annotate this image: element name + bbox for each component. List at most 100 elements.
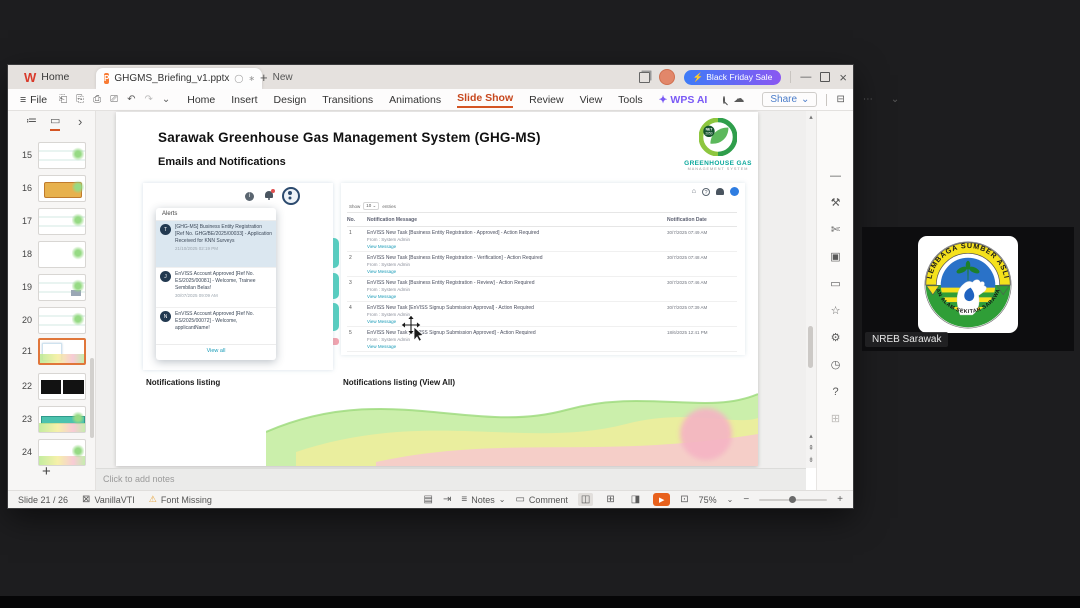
- task-pane-icon[interactable]: ⊟: [836, 94, 844, 105]
- save-icon[interactable]: ⎗: [59, 94, 67, 105]
- menu-transitions[interactable]: Transitions: [322, 94, 373, 106]
- fit-to-window-icon[interactable]: ⊡: [680, 494, 688, 505]
- history-icon[interactable]: ◷: [817, 360, 854, 371]
- scroll-up2-icon[interactable]: ▴: [806, 433, 816, 440]
- alert-avatar: J: [160, 271, 171, 282]
- toolbox-icon[interactable]: ⚒: [817, 198, 854, 209]
- toolbar-chevron-icon[interactable]: ⌄: [162, 94, 170, 105]
- shapes-icon[interactable]: ▣: [817, 252, 854, 263]
- slide-thumbnail-21-selected[interactable]: 21: [8, 338, 92, 365]
- font-missing-warning[interactable]: ⚠ Font Missing: [149, 494, 212, 505]
- alert-avatar: N: [160, 311, 171, 322]
- menu-view[interactable]: View: [580, 94, 603, 106]
- home-icon: ⌂: [691, 188, 696, 195]
- note-tool-icon[interactable]: ▤: [424, 494, 433, 505]
- menu-wps-ai[interactable]: ✦ WPS AI: [659, 94, 708, 106]
- menu-animations[interactable]: Animations: [389, 94, 441, 106]
- slide-thumbnail-panel: ≔ ▭ › 15 16 17 18 19 20 21 22 23 24 +: [8, 111, 96, 490]
- window-switch-icon[interactable]: [638, 71, 650, 83]
- menu-tools[interactable]: Tools: [618, 94, 643, 106]
- divider: [826, 93, 828, 106]
- sale-label: Black Friday Sale: [706, 72, 773, 82]
- next-slide-icon[interactable]: ⇟: [806, 457, 816, 464]
- clip-tools-icon[interactable]: ✄: [817, 225, 854, 236]
- zoom-out-button[interactable]: −: [743, 494, 749, 505]
- menu-home[interactable]: Home: [187, 94, 215, 106]
- notes-bar[interactable]: Click to add notes: [96, 468, 806, 490]
- account-avatar[interactable]: [658, 69, 675, 85]
- wave-decoration: [266, 393, 758, 466]
- new-document-button[interactable]: + New: [260, 67, 293, 87]
- outline-view-tab-icon[interactable]: ≔: [26, 116, 37, 127]
- share-button[interactable]: Share ⌄: [762, 92, 818, 107]
- settings-icon[interactable]: ⚙: [817, 333, 854, 344]
- zoom-slider-knob[interactable]: [789, 496, 797, 503]
- search-icon[interactable]: [723, 95, 726, 104]
- slide-thumbnail-16[interactable]: 16: [8, 175, 92, 202]
- zoom-level[interactable]: 75%: [699, 495, 717, 505]
- row-date: 30/7/2025 07:48 AM: [667, 254, 708, 260]
- theme-indicator[interactable]: ⊠ VanillaVTI: [82, 494, 135, 505]
- scroll-up-icon[interactable]: ▴: [806, 114, 816, 121]
- notes-toggle[interactable]: ≡ Notes ⌄: [461, 494, 505, 505]
- scrollbar-thumb[interactable]: [808, 326, 813, 368]
- slide-number: 15: [21, 150, 32, 160]
- close-button[interactable]: ×: [839, 71, 847, 84]
- reading-view-button[interactable]: ◨: [628, 493, 643, 506]
- minimize-button[interactable]: —: [800, 71, 811, 83]
- slide-thumbnail-23[interactable]: 23: [8, 406, 92, 433]
- view-message-link: View Message: [367, 243, 397, 249]
- slide-thumbnail-24[interactable]: 24: [8, 439, 92, 466]
- comment-button[interactable]: ▭ Comment: [515, 494, 567, 505]
- black-friday-sale-button[interactable]: ⚡ Black Friday Sale: [683, 69, 782, 85]
- zoom-in-button[interactable]: +: [837, 494, 843, 505]
- maximize-button[interactable]: [820, 72, 831, 82]
- copy-icon[interactable]: ⎘: [76, 94, 84, 105]
- meeting-screen: W Home P GHGMS_Briefing_v1.pptx ◯ ∗ + Ne…: [0, 0, 1080, 608]
- help-icon[interactable]: ?: [817, 387, 854, 398]
- print-preview-icon[interactable]: ⎚: [110, 94, 118, 105]
- slide-thumbnail-18[interactable]: 18: [8, 241, 92, 268]
- slide-sorter-view-button[interactable]: ⊞: [603, 493, 617, 506]
- modified-indicator-icon: ∗: [248, 74, 256, 83]
- add-slide-button[interactable]: +: [42, 463, 51, 480]
- collapse-ribbon-icon[interactable]: ⌄: [891, 94, 899, 105]
- slide-canvas[interactable]: Sarawak Greenhouse Gas Management System…: [116, 112, 758, 466]
- zoom-slider[interactable]: [759, 496, 828, 503]
- wps-ai-label: WPS AI: [670, 93, 708, 106]
- print-icon[interactable]: ⎙: [93, 94, 101, 105]
- undo-icon[interactable]: ↶: [127, 94, 135, 105]
- jump-to-icon[interactable]: ⇥: [443, 494, 451, 505]
- normal-view-button[interactable]: ◫: [577, 493, 594, 506]
- rail-collapse-icon[interactable]: —: [817, 171, 854, 182]
- file-menu-label: File: [30, 93, 48, 106]
- collapse-panel-icon[interactable]: ›: [78, 115, 82, 128]
- comment-panel-icon[interactable]: ▭: [817, 279, 854, 290]
- favorites-icon[interactable]: ☆: [817, 306, 854, 317]
- menu-insert[interactable]: Insert: [231, 94, 257, 106]
- apps-grid-icon[interactable]: ⊞: [817, 414, 854, 425]
- file-menu[interactable]: ≡ File: [20, 94, 47, 106]
- slide-thumbnail-17[interactable]: 17: [8, 208, 92, 235]
- table-header-row: No. Notification Message Notification Da…: [347, 212, 737, 227]
- redo-icon[interactable]: ↷: [144, 94, 152, 105]
- slide-thumbnail-20[interactable]: 20: [8, 307, 92, 334]
- slide-thumbnail-22[interactable]: 22: [8, 373, 92, 400]
- wps-home-tab[interactable]: W Home: [16, 67, 77, 87]
- zoom-chevron-icon[interactable]: ⌄: [727, 495, 734, 504]
- view-message-link: View Message: [367, 268, 397, 274]
- menu-review[interactable]: Review: [529, 94, 563, 106]
- menu-design[interactable]: Design: [274, 94, 307, 106]
- table-row: 2 EnVISS New Task [Business Entity Regis…: [347, 252, 737, 277]
- slides-view-tab-icon[interactable]: ▭: [50, 116, 61, 131]
- participant-name-label: NREB Sarawak: [865, 332, 949, 347]
- menu-slide-show[interactable]: Slide Show: [457, 92, 514, 108]
- cloud-sync-icon[interactable]: ☁: [733, 94, 744, 105]
- slideshow-play-button[interactable]: ▶: [653, 493, 671, 506]
- thumbnail-scrollbar[interactable]: [90, 358, 94, 438]
- previous-slide-icon[interactable]: ⇞: [806, 445, 816, 452]
- more-options-icon[interactable]: ⋯: [863, 94, 873, 105]
- slide-thumbnail-15[interactable]: 15: [8, 142, 92, 169]
- slide-thumbnail-19[interactable]: 19: [8, 274, 92, 301]
- document-tab[interactable]: P GHGMS_Briefing_v1.pptx ◯ ∗: [96, 68, 262, 89]
